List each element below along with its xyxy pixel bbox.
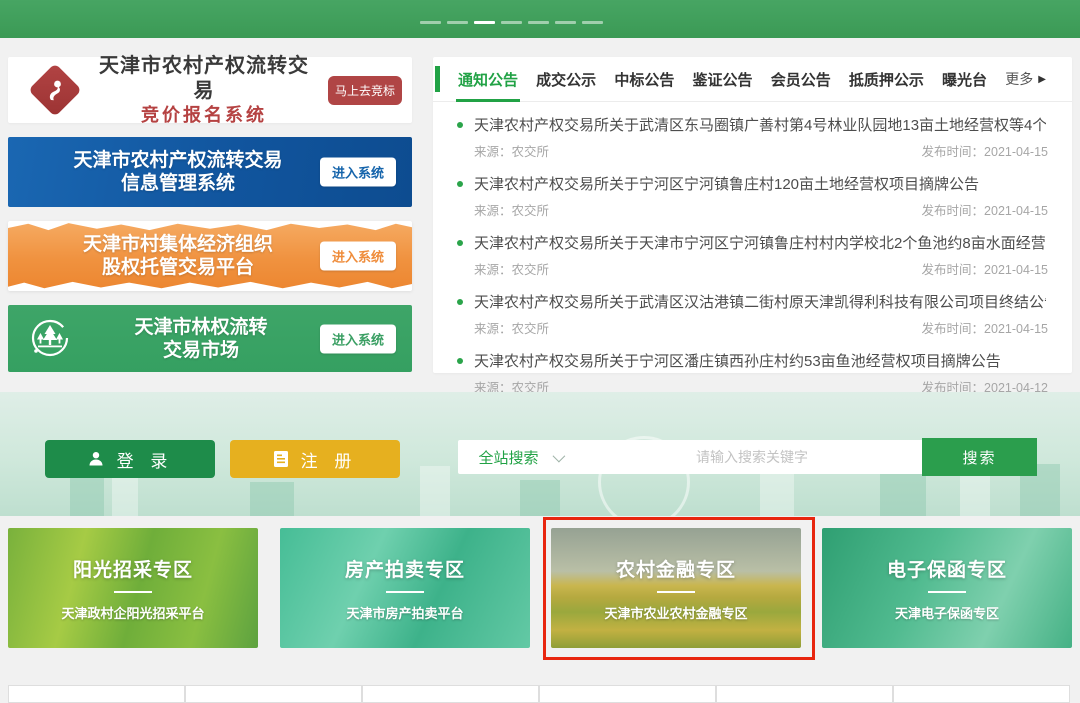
bottom-stat-box	[362, 685, 539, 703]
info-management-banner[interactable]: 天津市农村产权流转交易 信息管理系统 进入系统	[8, 137, 412, 207]
enter-system-button-blue[interactable]: 进入系统	[320, 158, 396, 187]
search-input[interactable]	[582, 439, 922, 475]
list-item: 天津农村产权交易所关于武清区东马圈镇广善村第4号林业队园地13亩土地经营权等4个…	[457, 114, 1048, 160]
tab-deal-publicity[interactable]: 成交公示	[536, 57, 596, 101]
announcement-meta: 来源：农交所 发布时间：2021-04-15	[457, 259, 1048, 278]
torn-paper-background: 天津市村集体经济组织 股权托管交易平台 进入系统	[8, 221, 412, 291]
carousel-dot[interactable]	[582, 21, 603, 24]
list-item: 天津农村产权交易所关于宁河区潘庄镇西孙庄村约53亩鱼池经营权项目摘牌公告 来源：…	[457, 350, 1048, 396]
announcement-list: 天津农村产权交易所关于武清区东马圈镇广善村第4号林业队园地13亩土地经营权等4个…	[433, 102, 1072, 396]
zone-card-sunshine-procurement[interactable]: 阳光招采专区 天津政村企阳光招采平台	[8, 528, 258, 648]
forest-rights-banner[interactable]: 天津市林权流转 交易市场 进入系统	[8, 305, 412, 372]
announcement-link[interactable]: 天津农村产权交易所关于宁河区潘庄镇西孙庄村约53亩鱼池经营权项目摘牌公告	[457, 350, 1048, 371]
tab-certification[interactable]: 鉴证公告	[693, 57, 753, 101]
list-item: 天津农村产权交易所关于天津市宁河区宁河镇鲁庄村村内学校北2个鱼池约8亩水面经营.…	[457, 232, 1048, 278]
tab-member[interactable]: 会员公告	[771, 57, 831, 101]
carousel-dot[interactable]	[501, 21, 522, 24]
site-title-block: 天津市农村产权流转交易 竞价报名系统	[92, 54, 316, 127]
banner-text: 天津市村集体经济组织 股权托管交易平台	[28, 233, 328, 279]
list-item: 天津农村产权交易所关于武清区汉沽港镇二街村原天津凯得利科技有限公司项目终结公告 …	[457, 291, 1048, 337]
bullet-icon	[457, 122, 463, 128]
announcement-link[interactable]: 天津农村产权交易所关于武清区汉沽港镇二街村原天津凯得利科技有限公司项目终结公告	[457, 291, 1048, 312]
zone-card-real-estate-auction[interactable]: 房产拍卖专区 天津市房产拍卖平台	[280, 528, 530, 648]
carousel-dot[interactable]	[447, 21, 468, 24]
enter-system-button-green[interactable]: 进入系统	[320, 324, 396, 353]
list-item: 天津农村产权交易所关于宁河区宁河镇鲁庄村120亩土地经营权项目摘牌公告 来源：农…	[457, 173, 1048, 219]
carousel-indicators	[420, 21, 603, 24]
announcement-link[interactable]: 天津农村产权交易所关于宁河区宁河镇鲁庄村120亩土地经营权项目摘牌公告	[457, 173, 1048, 194]
bottom-stat-box	[185, 685, 362, 703]
bullet-icon	[457, 358, 463, 364]
announcement-tabs: 通知公告 成交公示 中标公告 鉴证公告 会员公告 抵质押公示 曝光台 更多 ▶	[433, 57, 1072, 102]
bottom-stat-box	[539, 685, 716, 703]
site-logo-icon	[28, 63, 82, 117]
zone-card-rural-finance[interactable]: 农村金融专区 天津市农业农村金融专区	[551, 528, 801, 648]
top-carousel-banner	[0, 0, 1080, 38]
site-title: 天津市农村产权流转交易	[92, 54, 316, 104]
tab-notice[interactable]: 通知公告	[458, 57, 518, 101]
search-scope-select[interactable]: 全站搜索	[458, 447, 582, 468]
search-bar: 全站搜索	[458, 440, 922, 474]
accent-bar	[435, 66, 440, 92]
announcement-link[interactable]: 天津农村产权交易所关于天津市宁河区宁河镇鲁庄村村内学校北2个鱼池约8亩水面经营.…	[457, 232, 1048, 253]
tab-exposure[interactable]: 曝光台	[942, 57, 987, 101]
site-subtitle: 竞价报名系统	[92, 104, 316, 127]
bottom-stat-box	[8, 685, 185, 703]
forest-trees-icon	[28, 317, 72, 366]
register-button[interactable]: 注 册	[230, 440, 400, 478]
bullet-icon	[457, 181, 463, 187]
announcement-meta: 来源：农交所 发布时间：2021-04-15	[457, 200, 1048, 219]
more-arrow-icon: ▶	[1038, 74, 1046, 85]
login-search-band: 登 录 注 册 全站搜索 搜索	[0, 392, 1080, 516]
announcements-panel: 通知公告 成交公示 中标公告 鉴证公告 会员公告 抵质押公示 曝光台 更多 ▶ …	[433, 57, 1072, 373]
bullet-icon	[457, 240, 463, 246]
chevron-down-icon	[552, 449, 565, 462]
banner-text: 天津市林权流转 交易市场	[86, 316, 316, 362]
announcement-meta: 来源：农交所 发布时间：2021-04-15	[457, 318, 1048, 337]
enter-system-button-orange[interactable]: 进入系统	[320, 242, 396, 271]
carousel-dot[interactable]	[528, 21, 549, 24]
login-button[interactable]: 登 录	[45, 440, 215, 478]
tab-winning-bid[interactable]: 中标公告	[614, 57, 674, 101]
search-button[interactable]: 搜索	[922, 438, 1037, 476]
register-card-icon	[273, 450, 289, 468]
bottom-stat-box	[893, 685, 1070, 703]
bidding-system-card[interactable]: 天津市农村产权流转交易 竞价报名系统 马上去竞标	[8, 57, 412, 123]
banner-text: 天津市农村产权流转交易 信息管理系统	[28, 149, 328, 195]
equity-custody-banner[interactable]: 天津市村集体经济组织 股权托管交易平台 进入系统	[8, 221, 412, 291]
announcement-meta: 来源：农交所 发布时间：2021-04-15	[457, 141, 1048, 160]
tab-mortgage[interactable]: 抵质押公示	[849, 57, 924, 101]
zone-card-electronic-guarantee[interactable]: 电子保函专区 天津电子保函专区	[822, 528, 1072, 648]
carousel-dot[interactable]	[420, 21, 441, 24]
carousel-dot[interactable]	[555, 21, 576, 24]
go-bid-button[interactable]: 马上去竞标	[328, 76, 402, 105]
more-link[interactable]: 更多 ▶	[1005, 69, 1046, 89]
carousel-dot-active[interactable]	[474, 21, 495, 24]
bullet-icon	[457, 299, 463, 305]
bottom-stat-box	[716, 685, 893, 703]
user-icon	[87, 450, 105, 468]
announcement-link[interactable]: 天津农村产权交易所关于武清区东马圈镇广善村第4号林业队园地13亩土地经营权等4个…	[457, 114, 1048, 135]
